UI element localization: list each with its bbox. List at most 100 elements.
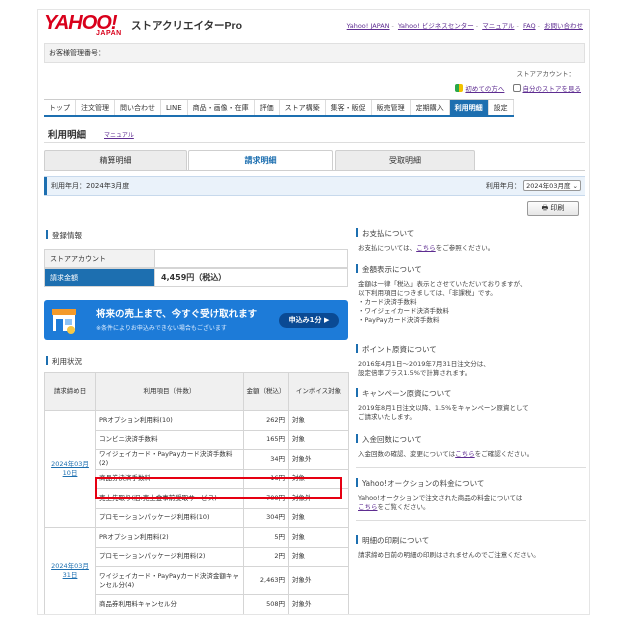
link-manual[interactable]: マニュアル xyxy=(482,22,514,30)
tab-receipt[interactable]: 受取明細 xyxy=(335,150,475,170)
payment-heading: お支払について xyxy=(356,228,586,238)
nav-item-top[interactable]: トップ xyxy=(44,100,76,115)
advance-payment-banner[interactable]: 将来の売上まで、今すぐ受け取れます ※条件によりお申込みできない場合もございます… xyxy=(44,300,348,340)
invoice-cell: 対象 xyxy=(288,429,349,450)
highlight-box xyxy=(95,477,342,499)
item-cell: プロモーションパッケージ利用料(10) xyxy=(95,507,244,528)
campaign-line: ご請求いたします。 xyxy=(358,413,416,421)
view-store-link[interactable]: 自分のストアを見る xyxy=(512,83,581,93)
payment-link[interactable]: こちら xyxy=(416,244,436,252)
invoice-cell: 対象外 xyxy=(288,566,349,595)
first-time-link[interactable]: 初めての方へ xyxy=(455,83,504,93)
period-select[interactable]: 2024年03月度 ⌄ xyxy=(523,180,581,191)
amount-cell: 165円 xyxy=(243,429,289,450)
invoice-cell: 対象 xyxy=(288,527,349,548)
closing-date-cell[interactable]: 2024年03月31日 xyxy=(44,527,96,614)
nav-item-settings[interactable]: 設定 xyxy=(488,100,514,115)
banner-note: ※条件によりお申込みできない場合もございます xyxy=(96,325,227,332)
reg-label: ストアアカウント xyxy=(45,250,155,267)
amount-display-heading: 金額表示について xyxy=(356,264,586,274)
apply-button[interactable]: 申込み1分 ▶ xyxy=(279,313,339,328)
col-header: 請求締め日 xyxy=(44,372,96,411)
yahoo-logo-sub: JAPAN xyxy=(96,30,122,37)
banner-title: 将来の売上まで、今すぐ受け取れます xyxy=(96,309,258,320)
link-business-center[interactable]: Yahoo! ビジネスセンター xyxy=(398,22,474,30)
points-section: ポイント原資について 2016年4月1日～2019年7月31日注文分は、 設定倍… xyxy=(356,344,586,378)
auction-line: Yahoo!オークションで注文された商品の料金については xyxy=(358,494,523,502)
manual-link[interactable]: マニュアル xyxy=(104,130,134,139)
period-bar: 利用年月：2024年3月度 利用年月： 2024年03月度 ⌄ xyxy=(44,176,585,196)
amount-cell: 2,463円 xyxy=(243,566,289,595)
beginner-icon xyxy=(455,84,464,92)
invoice-cell: 対象 xyxy=(288,507,349,528)
help-links: 初めての方へ 自分のストアを見る xyxy=(449,83,581,93)
link-yahoo-japan[interactable]: Yahoo! JAPAN xyxy=(347,22,390,30)
period-selector-wrap: 利用年月： 2024年03月度 ⌄ xyxy=(486,177,581,196)
product-name: ストアクリエイターPro xyxy=(131,20,243,32)
invoice-cell: 対象 xyxy=(288,546,349,567)
registration-heading: 登録情報 xyxy=(46,230,82,241)
auction-section: Yahoo!オークションの料金について Yahoo!オークションで注文された商品… xyxy=(356,478,586,521)
closing-date-cell[interactable]: 2024年03月10日 xyxy=(44,410,96,528)
amount-display-line: ・カード決済手数料 xyxy=(358,298,417,306)
invoice-cell: 対象 xyxy=(288,410,349,431)
col-header: インボイス対象 xyxy=(288,372,349,411)
invoice-cell: 対象外 xyxy=(288,594,349,614)
tab-billing[interactable]: 請求明細 xyxy=(188,150,333,171)
printer-icon: 🖶 xyxy=(541,204,549,212)
usage-header-row: 請求締め日 利用項目（件数） 金額（税込） インボイス対象 xyxy=(44,372,349,411)
item-cell: コンビニ決済手数料 xyxy=(95,429,244,450)
points-line: 2016年4月1日～2019年7月31日注文分は、 xyxy=(358,360,490,368)
customer-number-label: お客様管理番号： xyxy=(49,49,105,57)
customer-bar: お客様管理番号： xyxy=(44,43,585,63)
item-cell: プロモーションパッケージ利用料(2) xyxy=(95,546,244,567)
amount-cell: 5円 xyxy=(243,527,289,548)
points-line: 設定倍率プラス1.5%で計算されます。 xyxy=(358,369,472,377)
campaign-heading: キャンペーン原資について xyxy=(356,388,586,398)
amount-display-line: ・ワイジェイカード決済手数料 xyxy=(358,307,449,315)
nav-item-promotion[interactable]: 集客・販促 xyxy=(325,100,372,115)
amount-cell: 508円 xyxy=(243,594,289,614)
nav-item-store-build[interactable]: ストア構築 xyxy=(279,100,326,115)
print-button[interactable]: 🖶 印刷 xyxy=(527,201,579,216)
tab-settlement[interactable]: 精算明細 xyxy=(44,150,187,170)
nav-item-sales[interactable]: 販売管理 xyxy=(371,100,411,115)
auction-text: こちらをご覧ください。 xyxy=(358,503,430,511)
nav-item-inquiries[interactable]: 問い合わせ xyxy=(115,100,161,115)
chevron-down-icon: ⌄ xyxy=(572,182,578,190)
period-select-label: 利用年月： xyxy=(485,182,521,190)
nav-item-usage[interactable]: 利用明細 xyxy=(449,100,489,115)
col-header: 金額（税込） xyxy=(243,372,289,411)
period-accent xyxy=(44,177,47,195)
amount-display-line: 以下利用項目につきましては、「非課税」です。 xyxy=(358,289,497,297)
amount-cell: 34円 xyxy=(243,449,289,470)
nav-item-line[interactable]: LINE xyxy=(161,100,188,115)
link-contact[interactable]: お問い合わせ xyxy=(544,22,583,30)
store-account-label: ストアアカウント： xyxy=(516,70,576,78)
deposit-link[interactable]: こちら xyxy=(455,450,475,458)
amount-cell: 2円 xyxy=(243,546,289,567)
item-cell: PRオプション利用料(2) xyxy=(95,527,244,548)
link-faq[interactable]: FAQ xyxy=(523,22,536,30)
nav-item-subscription[interactable]: 定期購入 xyxy=(410,100,450,115)
period-label: 利用年月：2024年3月度 xyxy=(51,182,130,190)
page: YAHOO! JAPAN ストアクリエイターPro Yahoo! JAPAN - … xyxy=(37,9,590,615)
auction-link[interactable]: こちら xyxy=(358,503,378,511)
tab-divider xyxy=(44,170,585,171)
deposit-text: 入金回数の確認、変更についてはこちらをご確認ください。 xyxy=(358,450,534,458)
header-links: Yahoo! JAPAN - Yahoo! ビジネスセンター - マニュアル - FA… xyxy=(346,22,583,30)
main-nav: トップ 注文管理 問い合わせ LINE 商品・画像・在庫 評価 ストア構築 集客… xyxy=(44,99,514,117)
nav-item-orders[interactable]: 注文管理 xyxy=(76,100,115,115)
print-detail-line: 請求締め日前の明細の印刷はされませんのでご注意ください。 xyxy=(358,551,540,559)
table-row: 2024年03月31日 PRオプション利用料(2) 5円 対象 xyxy=(44,527,349,614)
nav-item-reviews[interactable]: 評価 xyxy=(254,100,280,115)
nav-item-products[interactable]: 商品・画像・在庫 xyxy=(187,100,255,115)
title-divider xyxy=(44,142,585,143)
reg-row-store-account: ストアアカウント xyxy=(44,249,348,268)
billing-amount: 4,459円（税込） xyxy=(161,273,227,282)
points-heading: ポイント原資について xyxy=(356,344,586,354)
table-row: 2024年03月10日 PRオプション利用料(10) 262円 対象 xyxy=(44,410,349,528)
section-divider xyxy=(356,520,586,521)
payment-text: お支払については、こちらをご参照ください。 xyxy=(358,244,495,252)
deposit-heading: 入金回数について xyxy=(356,434,586,444)
